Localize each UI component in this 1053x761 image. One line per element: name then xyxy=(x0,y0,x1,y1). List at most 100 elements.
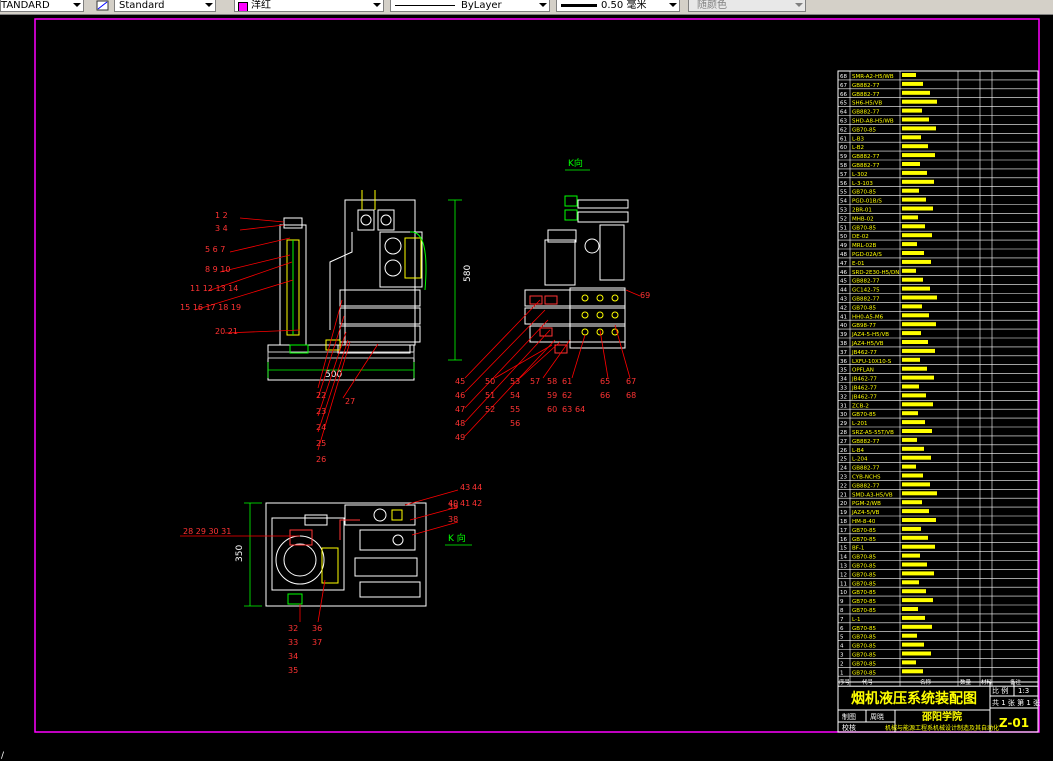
balloon-label: 37 xyxy=(312,638,322,647)
part-code: JB462-77 xyxy=(851,377,877,383)
sheet-label: 共 1 张 第 1 张 xyxy=(992,698,1040,707)
part-name-mark xyxy=(902,366,927,371)
part-code: L-B2 xyxy=(852,145,864,151)
part-code: L-B3 xyxy=(852,136,865,142)
part-name-mark xyxy=(902,304,922,309)
part-code: L-204 xyxy=(852,457,868,463)
part-name-mark xyxy=(902,215,918,220)
drawn-name: 周晓 xyxy=(870,712,884,721)
part-name-mark xyxy=(902,473,923,478)
part-code: PGD-01B/S xyxy=(852,199,882,205)
row-number: 59 xyxy=(840,154,847,160)
row-number: 38 xyxy=(840,341,847,347)
row-number: 22 xyxy=(840,483,847,489)
balloon-label: 34 xyxy=(288,652,298,661)
part-name-mark xyxy=(902,331,921,336)
row-number: 28 xyxy=(840,430,847,436)
part-code: GB70-85 xyxy=(852,564,877,570)
part-code: L-1 xyxy=(852,617,860,623)
balloon-label: 44 xyxy=(472,483,482,492)
part-code: GB882-77 xyxy=(852,163,880,169)
linetype-value: ByLayer xyxy=(461,0,502,11)
row-number: 55 xyxy=(840,190,847,196)
front-dimensions xyxy=(267,199,462,378)
drawing-canvas[interactable]: 500 580 1 23 45 6 78 9 10 11 12 13 14 15 1… xyxy=(0,15,1053,761)
drawing-title: 烟机液压系统装配图 xyxy=(851,690,977,707)
row-number: 29 xyxy=(840,421,847,427)
part-code: GB882-77 xyxy=(852,297,880,303)
part-code: HH0-A5-M6 xyxy=(852,314,884,320)
part-name-mark xyxy=(902,117,929,122)
chevron-down-icon xyxy=(669,3,677,7)
row-number: 14 xyxy=(840,555,847,561)
text-style-dropdown[interactable]: TANDARD xyxy=(0,0,84,12)
balloon-label: 66 xyxy=(600,391,610,400)
balloon-label: 36 xyxy=(312,624,322,633)
color-dropdown[interactable]: 洋红 xyxy=(234,0,384,12)
linetype-dropdown[interactable]: ByLayer xyxy=(390,0,550,12)
part-name-mark xyxy=(902,375,934,380)
row-number: 61 xyxy=(840,136,847,142)
part-name-mark xyxy=(902,535,928,540)
part-name-mark xyxy=(902,135,921,140)
part-code: GB70-85 xyxy=(852,528,877,534)
balloon-label: 40 xyxy=(448,499,458,508)
balloon-label: 8 9 10 xyxy=(205,265,230,274)
row-number: 36 xyxy=(840,359,847,365)
balloon-label: 63 xyxy=(562,405,572,414)
scale-label: 比 例 xyxy=(992,686,1008,695)
chevron-down-icon xyxy=(539,3,547,7)
row-number: 9 xyxy=(840,599,844,605)
part-name-mark xyxy=(902,251,924,255)
balloon-label: 28 29 30 31 xyxy=(183,527,231,536)
balloon-label: 43 xyxy=(460,483,470,492)
k-arrow-label: K 向 xyxy=(448,532,466,544)
row-number: 65 xyxy=(840,101,847,107)
part-name-mark xyxy=(902,81,923,86)
part-code: SMD-A3-H5/VB xyxy=(852,492,893,498)
row-number: 2 xyxy=(840,661,844,667)
plot-style-value: 随颜色 xyxy=(697,0,727,11)
balloon-label: 53 xyxy=(510,377,520,386)
part-code: L-302 xyxy=(852,172,867,178)
part-name-mark xyxy=(902,500,922,505)
part-name-mark xyxy=(902,179,934,184)
part-code: DE-02 xyxy=(852,234,869,240)
balloon-label: 11 12 13 14 xyxy=(190,284,238,293)
lineweight-value: 0.50 毫米 xyxy=(601,0,647,11)
row-number: 19 xyxy=(840,510,847,516)
part-code: GB70-85 xyxy=(852,537,877,543)
part-name-mark xyxy=(902,340,928,344)
balloon-label: 67 xyxy=(626,377,636,386)
row-number: 33 xyxy=(840,386,847,392)
balloon-label: 3 4 xyxy=(215,224,228,233)
balloon-label: 65 xyxy=(600,377,610,386)
dim-style-icon[interactable] xyxy=(96,0,110,12)
part-code: CYB-NCHS xyxy=(852,475,881,481)
row-number: 40 xyxy=(840,323,847,329)
part-name-mark xyxy=(902,170,927,175)
row-number: 47 xyxy=(840,261,847,267)
row-number: 31 xyxy=(840,403,847,409)
part-code: LXFU-10X10-S xyxy=(852,359,892,365)
part-name-mark xyxy=(902,411,918,416)
row-number: 1 xyxy=(840,670,844,676)
part-name-mark xyxy=(902,518,936,522)
part-code: GB70-85 xyxy=(852,635,877,641)
row-number: 25 xyxy=(840,457,847,463)
balloon-label: 5 6 7 xyxy=(205,245,225,254)
dim-style-dropdown[interactable]: Standard xyxy=(114,0,216,12)
part-code: GB882-77 xyxy=(852,439,880,445)
part-code: L-3-103 xyxy=(852,181,873,187)
balloon-label: 38 xyxy=(448,515,458,524)
part-name-mark xyxy=(902,571,934,576)
part-name-mark xyxy=(902,73,916,77)
plot-style-dropdown[interactable]: 随颜色 xyxy=(688,0,806,12)
row-number: 20 xyxy=(840,501,847,507)
row-number: 60 xyxy=(840,145,847,151)
part-name-mark xyxy=(902,259,931,264)
balloon-label: 49 xyxy=(455,433,465,442)
part-name-mark xyxy=(902,393,926,398)
lineweight-dropdown[interactable]: 0.50 毫米 xyxy=(556,0,680,12)
part-name-mark xyxy=(902,464,916,469)
